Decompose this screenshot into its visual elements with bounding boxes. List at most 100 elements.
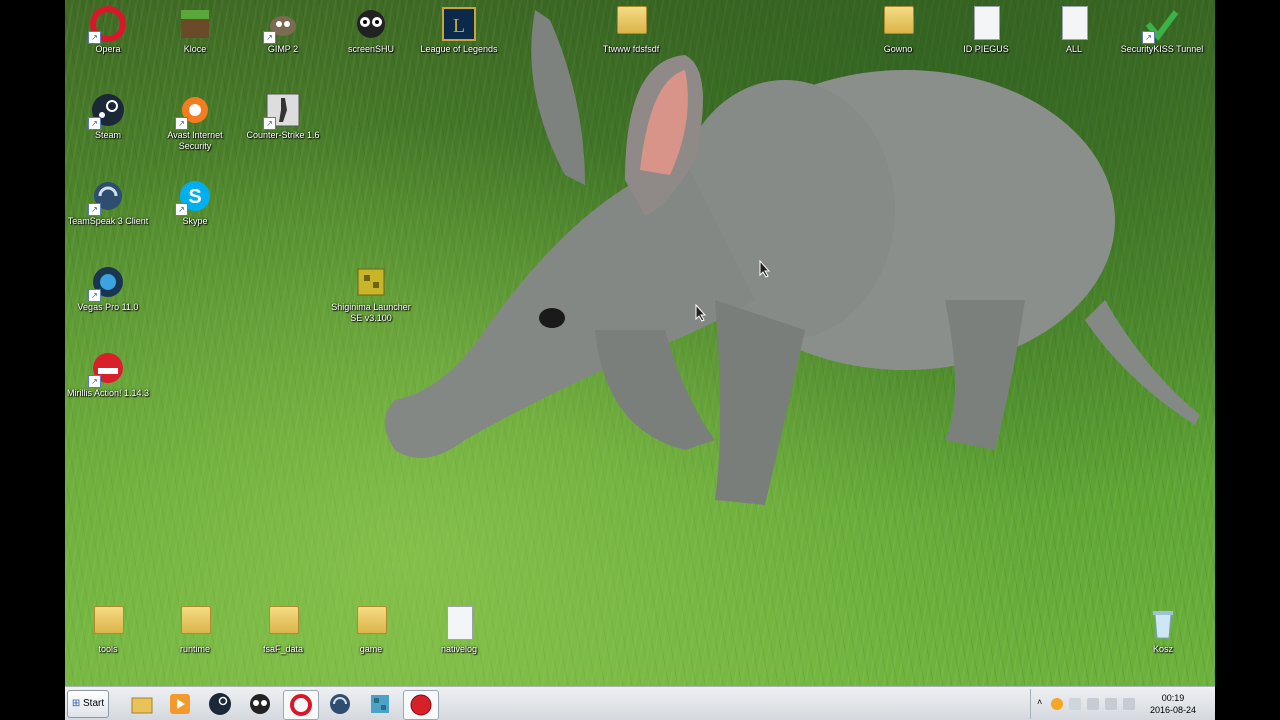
screenshu-icon: [353, 6, 389, 42]
avast-icon: ↗: [175, 92, 213, 130]
recycle-bin-icon: [1145, 606, 1181, 642]
desktop-icon-kloce[interactable]: Kloce: [152, 0, 238, 55]
icon-label: runtime: [179, 644, 210, 654]
icon-label: ID PIEGUS: [963, 44, 1009, 54]
icon-label: TeamSpeak 3 Client: [67, 216, 149, 226]
desktop-icon-fsaf-data[interactable]: fsaF_data: [240, 600, 326, 655]
desktop-icon-tools[interactable]: tools: [65, 600, 151, 655]
desktop-icon-game[interactable]: game: [328, 600, 414, 655]
folder-icon: [353, 606, 389, 642]
avast-tray-icon[interactable]: [1051, 698, 1063, 710]
taskbar-explorer-button[interactable]: [125, 690, 159, 718]
desktop-icon-opera[interactable]: ↗ Opera: [65, 0, 151, 55]
counter-strike-icon: ↗: [263, 92, 301, 130]
shortcut-arrow-icon: ↗: [88, 203, 101, 216]
folder-icon: [880, 6, 916, 42]
desktop: ↗ Opera Kloce ↗ GIMP 2 screenSHU L Leagu…: [65, 0, 1215, 720]
desktop-icon-skype[interactable]: S ↗ Skype: [152, 172, 238, 227]
desktop-icon-nativelog[interactable]: nativelog: [416, 600, 502, 655]
icon-label: Counter-Strike 1.6: [246, 130, 320, 140]
start-button[interactable]: ⊞ Start: [67, 690, 109, 718]
shortcut-arrow-icon: ↗: [1142, 31, 1155, 44]
icon-label: game: [359, 644, 383, 654]
folder-icon: [177, 606, 213, 642]
icon-label: Kosz: [1152, 644, 1173, 654]
desktop-icon-vegas-pro[interactable]: ↗ Vegas Pro 11.0: [65, 258, 151, 313]
mirillis-action-icon: ↗: [88, 350, 126, 388]
icon-label: Shiginima Launcher SE v3.100: [331, 302, 411, 323]
show-hidden-icons-chevron-icon[interactable]: ˄: [1037, 697, 1042, 707]
icon-label: tools: [98, 644, 118, 654]
icon-label: fsaF_data: [262, 644, 304, 654]
desktop-icon-runtime[interactable]: runtime: [152, 600, 238, 655]
icon-label: screenSHU: [347, 44, 394, 54]
icon-label: ALL: [1065, 44, 1082, 54]
network-icon[interactable]: [1105, 698, 1117, 710]
document-icon: [441, 606, 477, 642]
icon-label: League of Legends: [420, 44, 498, 54]
icon-label: GIMP 2: [267, 44, 299, 54]
skype-icon: S ↗: [175, 178, 213, 216]
shortcut-arrow-icon: ↗: [88, 289, 101, 302]
volume-icon[interactable]: [1123, 698, 1135, 710]
taskbar-minecraft-button[interactable]: [363, 690, 397, 718]
folder-icon: [90, 606, 126, 642]
desktop-icon-mirillis-action[interactable]: ↗ Mirillis Action! 1.14.3: [65, 344, 151, 399]
icon-label: Avast Internet Security: [167, 130, 223, 151]
desktop-icon-screenshu[interactable]: screenSHU: [328, 0, 414, 55]
icon-label: Mirillis Action! 1.14.3: [66, 388, 150, 398]
desktop-icon-securitykiss[interactable]: ↗ SecurityKISS Tunnel: [1119, 0, 1205, 55]
taskbar-steam-button[interactable]: [203, 690, 237, 718]
folder-icon: [613, 6, 649, 42]
taskbar-opera-button[interactable]: [283, 690, 319, 720]
svg-text:S: S: [188, 186, 201, 208]
desktop-icon-all[interactable]: ALL: [1031, 0, 1117, 55]
shiginima-launcher-icon: [353, 264, 389, 300]
desktop-icon-steam[interactable]: ↗ Steam: [65, 86, 151, 141]
minecraft-icon: [368, 692, 392, 716]
document-icon: [1056, 6, 1092, 42]
media-player-icon: [168, 692, 192, 716]
taskbar: ⊞ Start ˄ 00:19 2016-08-24: [65, 686, 1215, 720]
icon-label: Kloce: [183, 44, 207, 54]
system-tray: ˄ 00:19 2016-08-24: [1030, 689, 1215, 719]
mouse-cursor-icon: [695, 304, 707, 322]
desktop-icon-league-of-legends[interactable]: L League of Legends: [416, 0, 502, 55]
taskbar-record-button[interactable]: [403, 690, 439, 720]
desktop-icon-id-piegus[interactable]: ID PIEGUS: [943, 0, 1029, 55]
clock-time: 00:19: [1161, 693, 1185, 703]
record-icon: [409, 693, 433, 717]
taskbar-media-player-button[interactable]: [163, 690, 197, 718]
desktop-icon-gowno[interactable]: Gowno: [855, 0, 941, 55]
securitykiss-icon: ↗: [1142, 6, 1180, 44]
steam-icon: ↗: [88, 92, 126, 130]
shortcut-arrow-icon: ↗: [88, 375, 101, 388]
desktop-icon-counter-strike[interactable]: ↗ Counter-Strike 1.6: [240, 86, 326, 141]
minecraft-block-icon: [177, 6, 213, 42]
windows-logo-icon: ⊞: [71, 698, 81, 709]
shortcut-arrow-icon: ↗: [88, 117, 101, 130]
desktop-icon-recycle-bin[interactable]: Kosz: [1120, 600, 1206, 655]
explorer-icon: [130, 692, 154, 716]
mouse-cursor-icon: [759, 260, 771, 278]
opera-icon: [289, 693, 313, 717]
desktop-icon-teamspeak[interactable]: ↗ TeamSpeak 3 Client: [65, 172, 151, 227]
action-center-flag-icon[interactable]: [1069, 698, 1081, 710]
desktop-icon-avast[interactable]: ↗ Avast Internet Security: [152, 86, 238, 152]
settings-file-icon: [968, 6, 1004, 42]
icon-label: Opera: [95, 44, 121, 54]
desktop-icon-shiginima[interactable]: Shiginima Launcher SE v3.100: [328, 258, 414, 324]
battery-icon[interactable]: [1087, 698, 1099, 710]
shortcut-arrow-icon: ↗: [263, 31, 276, 44]
icon-label: Gowno: [883, 44, 913, 54]
start-label: Start: [83, 698, 105, 709]
taskbar-teamspeak-button[interactable]: [323, 690, 357, 718]
desktop-icon-ttwww[interactable]: Ttwww fdsfsdf: [588, 0, 674, 55]
icon-label: Skype: [182, 216, 208, 226]
icon-label: Steam: [94, 130, 121, 140]
icon-label: Vegas Pro 11.0: [77, 302, 139, 312]
icon-label: nativelog: [440, 644, 478, 654]
desktop-icon-gimp[interactable]: ↗ GIMP 2: [240, 0, 326, 55]
clock[interactable]: 00:19 2016-08-24: [1143, 692, 1203, 716]
taskbar-screenshu-button[interactable]: [243, 690, 277, 718]
